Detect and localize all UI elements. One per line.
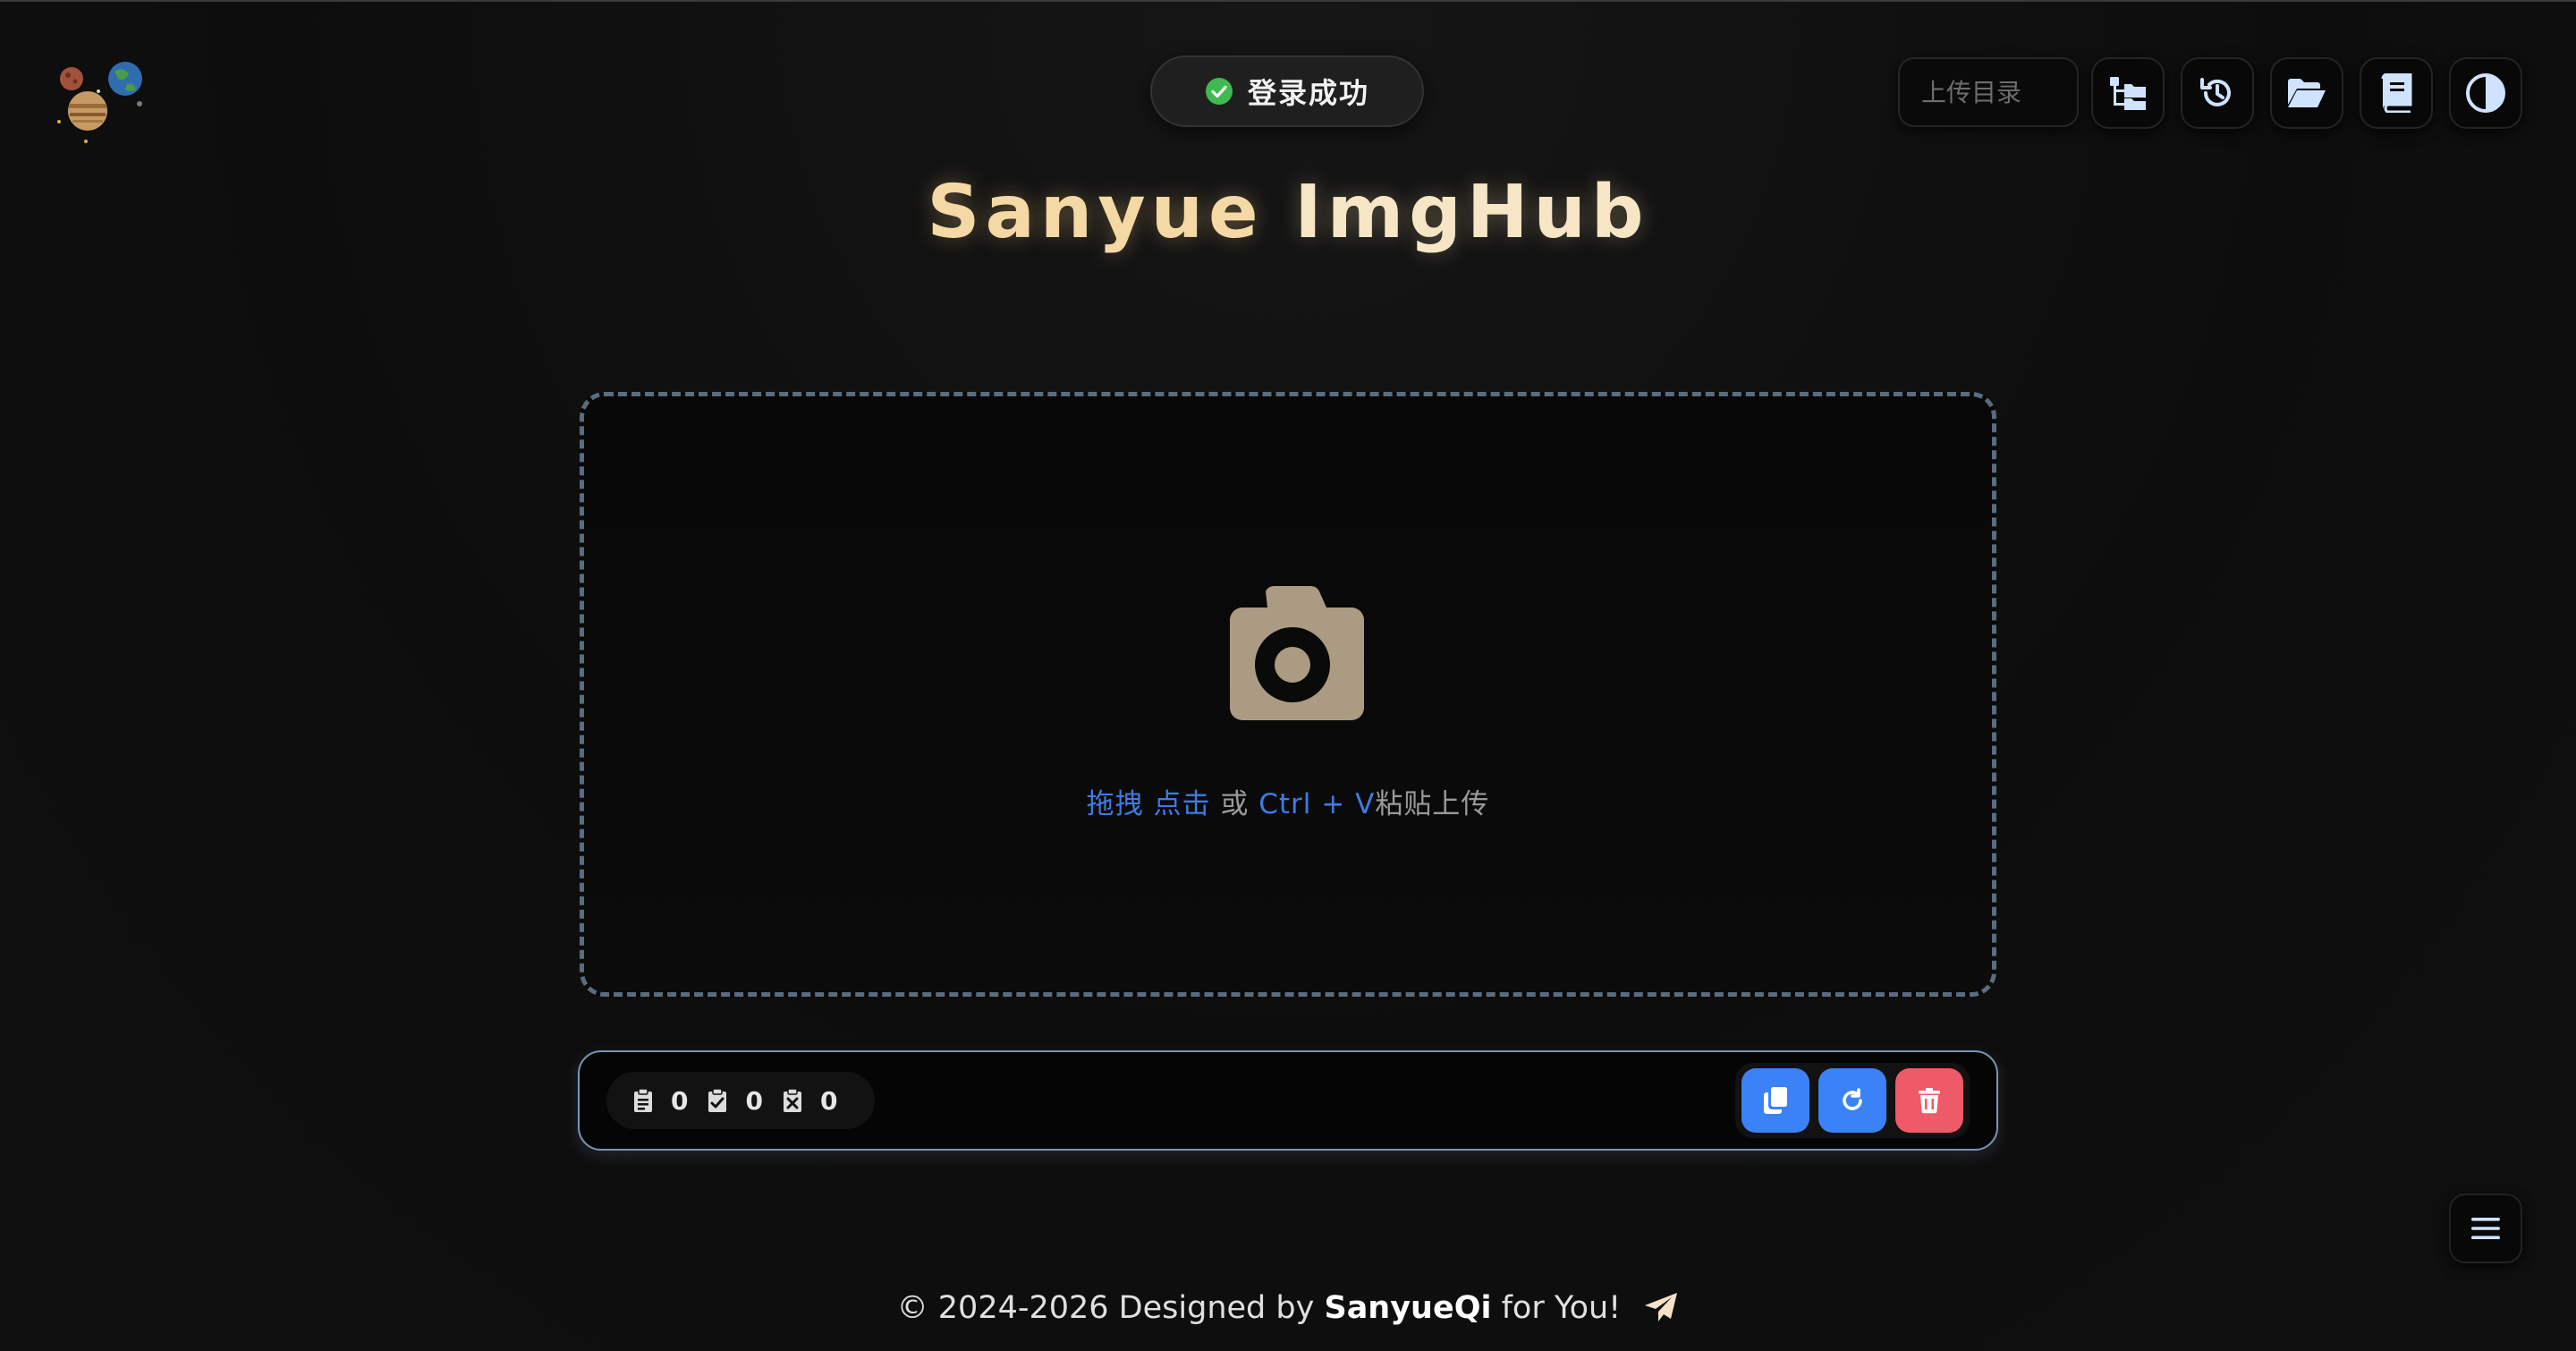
retry-all-button[interactable] xyxy=(1818,1068,1886,1133)
stat-success: 0 xyxy=(708,1085,763,1116)
copy-all-button[interactable] xyxy=(1741,1068,1809,1133)
book-icon xyxy=(2381,73,2412,113)
copy-icon xyxy=(1764,1087,1787,1114)
stats-pill: 0 0 0 xyxy=(606,1072,875,1129)
clipboard-check-icon xyxy=(708,1088,727,1112)
clipboard-x-icon xyxy=(783,1088,801,1112)
hamburger-menu-icon xyxy=(2471,1218,2500,1239)
upload-stats-bar: 0 0 0 xyxy=(578,1050,1998,1151)
bulk-actions xyxy=(1735,1063,1970,1138)
stat-failed: 0 xyxy=(783,1086,837,1116)
hint-drag: 拖拽 xyxy=(1086,788,1144,820)
docs-button[interactable] xyxy=(2360,57,2433,129)
footer-suffix: for You! xyxy=(1501,1290,1622,1326)
trash-icon xyxy=(1919,1088,1940,1114)
theme-toggle-button[interactable] xyxy=(2449,57,2522,129)
page-footer: © 2024-2026 Designed by SanyueQi for You… xyxy=(0,1290,2576,1326)
stat-success-count: 0 xyxy=(745,1085,763,1116)
planets-logo-icon xyxy=(57,62,142,143)
app-title: Sanyue ImgHub xyxy=(0,170,2576,255)
hint-click[interactable]: 点击 xyxy=(1154,788,1211,820)
hint-paste: 粘贴上传 xyxy=(1375,788,1490,820)
toast-message: 登录成功 xyxy=(1247,76,1369,110)
app-title-part2: ImgHub xyxy=(1294,170,1649,255)
dropzone-hint: 拖拽 点击 或 Ctrl + V粘贴上传 xyxy=(584,781,1992,821)
clear-all-button[interactable] xyxy=(1895,1068,1963,1133)
footer-prefix: © 2024-2026 Designed by xyxy=(896,1290,1315,1326)
refresh-icon xyxy=(1843,1088,1862,1110)
floating-menu-button[interactable] xyxy=(2449,1194,2522,1263)
upload-dropzone[interactable]: 拖拽 点击 或 Ctrl + V粘贴上传 xyxy=(580,392,1996,997)
history-icon xyxy=(2200,78,2231,106)
app-title-part1: Sanyue xyxy=(927,170,1264,255)
paper-plane-icon[interactable] xyxy=(1643,1291,1679,1323)
stat-total: 0 xyxy=(633,1086,688,1116)
directory-tree-button[interactable] xyxy=(2091,57,2165,129)
folder-open-button[interactable] xyxy=(2270,57,2343,129)
planets-logo[interactable] xyxy=(52,59,148,145)
check-circle-icon xyxy=(1205,78,1233,105)
history-button[interactable] xyxy=(2181,57,2254,129)
directory-tree-icon xyxy=(2110,77,2146,110)
folder-open-icon xyxy=(2288,79,2326,107)
stat-failed-count: 0 xyxy=(819,1085,838,1116)
hint-shortcut: Ctrl + V xyxy=(1258,788,1376,820)
theme-toggle-icon xyxy=(2466,73,2505,113)
upload-directory-input[interactable] xyxy=(1898,57,2079,127)
stat-total-count: 0 xyxy=(671,1085,689,1116)
hint-or: 或 xyxy=(1220,788,1250,820)
footer-author-link[interactable]: SanyueQi xyxy=(1324,1290,1491,1326)
clipboard-list-icon xyxy=(634,1088,652,1112)
camera-icon xyxy=(1230,586,1364,720)
login-success-toast: 登录成功 xyxy=(1150,55,1424,127)
app-page: 登录成功 上传目录 Sanyue ImgHub 拖拽 点击 或 Ctrl + V… xyxy=(0,0,2576,1351)
